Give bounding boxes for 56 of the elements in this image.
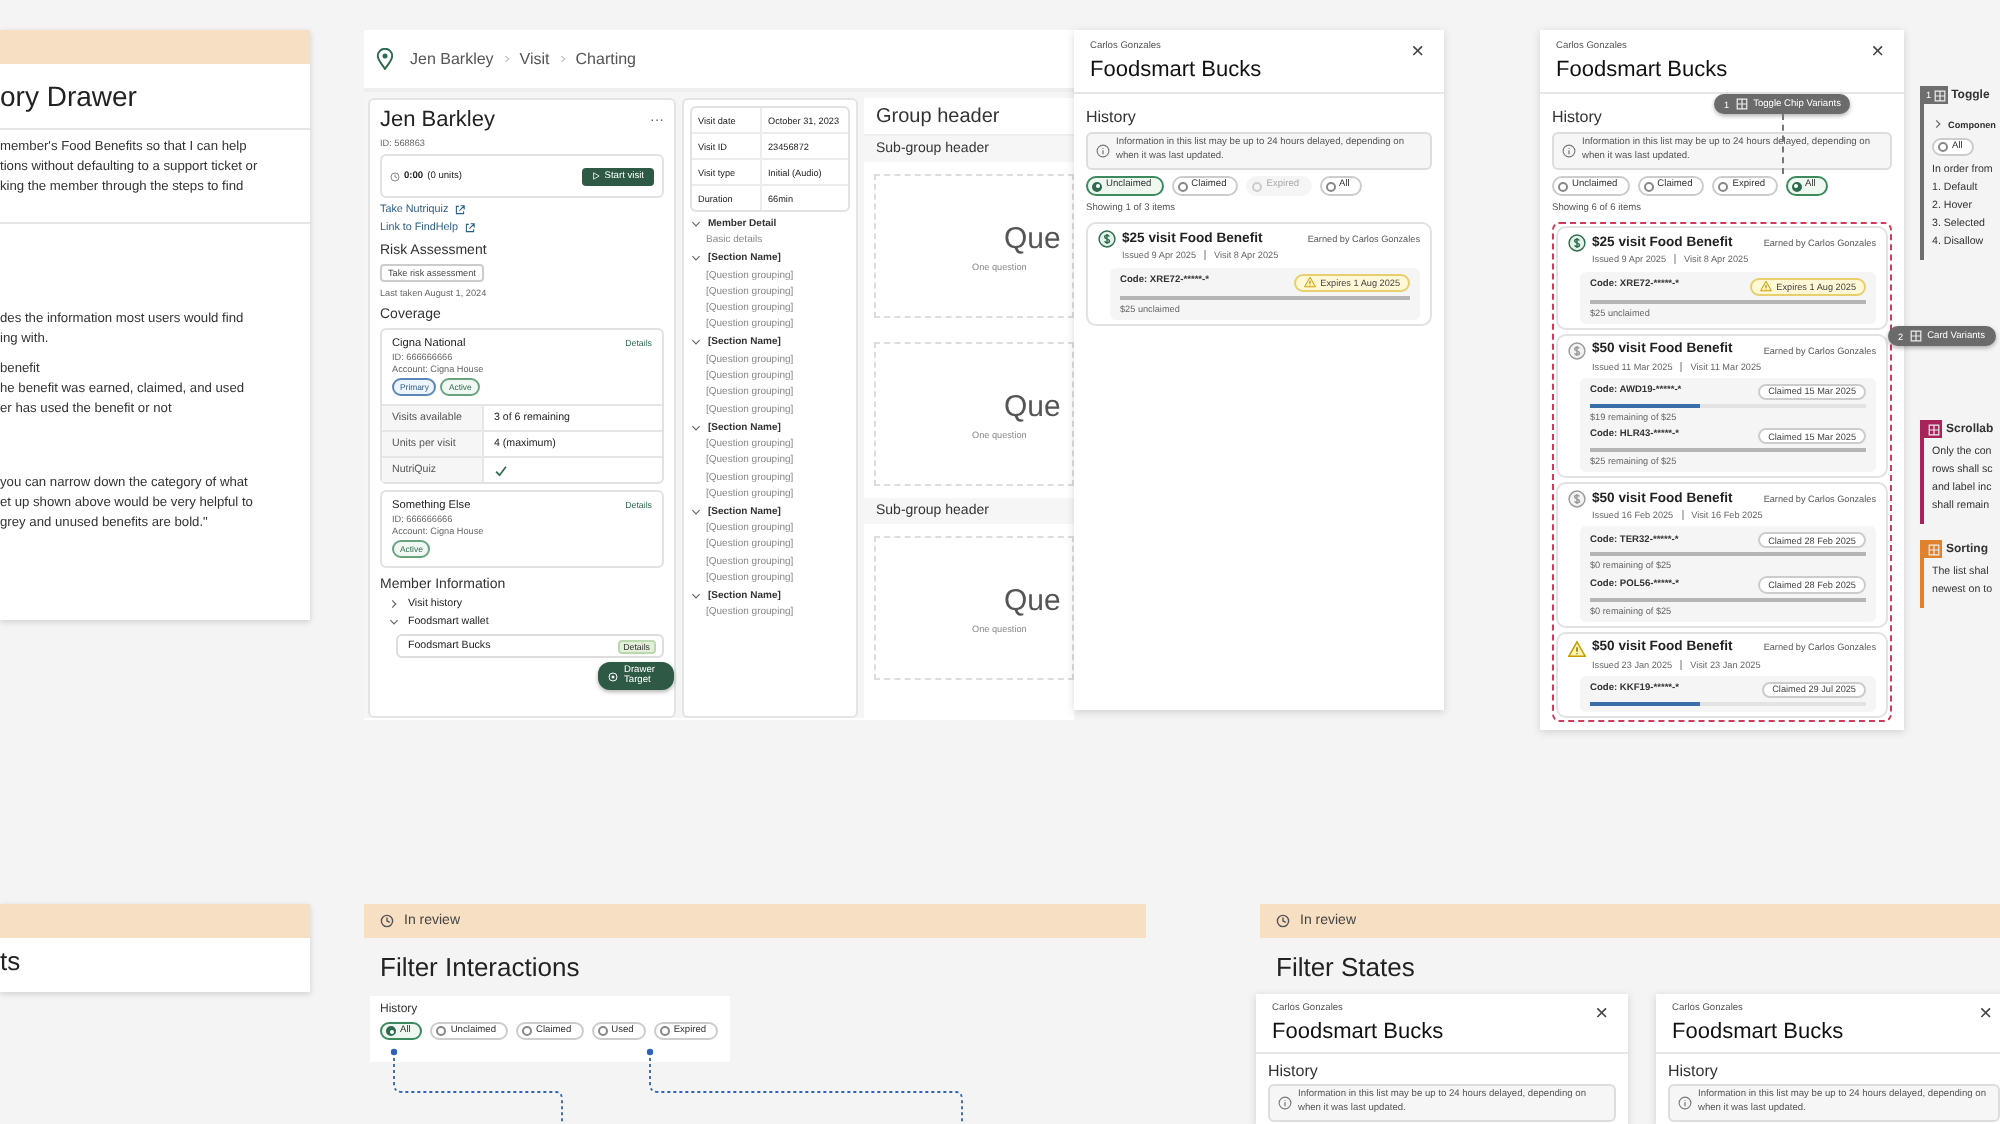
chevron-down-icon — [690, 336, 702, 349]
drawer-title: Foodsmart Bucks — [1090, 57, 1262, 83]
dollar-icon — [1568, 490, 1586, 509]
clock-icon — [390, 171, 400, 181]
chevron-down-icon — [388, 616, 400, 628]
info-icon — [1678, 1096, 1692, 1111]
chevron-right-icon — [557, 54, 568, 64]
member-name: Jen Barkley — [380, 108, 495, 132]
drawer-title: Foodsmart Bucks — [1556, 57, 1728, 83]
drawer-title: Foodsmart Bucks — [1272, 1019, 1444, 1045]
question-title: Que — [1002, 221, 1063, 255]
breadcrumb-item[interactable]: Visit — [519, 50, 550, 68]
frame-title: Filter Interactions — [378, 950, 582, 982]
document-title: ory Drawer — [0, 64, 310, 130]
question-title: Que — [1002, 389, 1063, 423]
grid-icon — [1735, 98, 1748, 110]
clock-icon — [380, 914, 394, 928]
location-pin-icon — [376, 48, 394, 70]
section-heading: History — [1268, 1062, 1320, 1081]
frame-title: Filter States — [1274, 950, 1417, 982]
chevron-down-icon — [690, 252, 702, 265]
chevron-down-icon — [690, 590, 702, 603]
grid-icon — [1933, 89, 1946, 101]
play-icon — [592, 172, 601, 180]
section-heading: History — [1086, 108, 1138, 127]
chevron-down-icon — [690, 218, 702, 230]
external-link-icon — [463, 222, 476, 234]
chevron-down-icon — [690, 505, 702, 518]
dollar-icon — [1568, 341, 1586, 360]
breadcrumb-item[interactable]: Jen Barkley — [410, 50, 494, 68]
question-title: Que — [1002, 583, 1063, 617]
section-heading: History — [1668, 1062, 1720, 1081]
close-button[interactable]: × — [1591, 1004, 1612, 1026]
info-icon — [1096, 144, 1110, 159]
grid-icon — [1909, 330, 1922, 342]
breadcrumb-item[interactable]: Charting — [575, 50, 637, 68]
drawer-title: Foodsmart Bucks — [1672, 1019, 1844, 1045]
warning-icon — [1304, 276, 1317, 289]
chevron-right-icon — [501, 54, 512, 64]
dollar-icon — [1568, 234, 1586, 253]
close-button[interactable]: × — [1407, 42, 1428, 64]
external-link-icon — [454, 204, 467, 216]
info-icon — [1562, 144, 1576, 159]
clock-icon — [1276, 914, 1290, 928]
info-icon — [1278, 1096, 1292, 1111]
close-button[interactable]: × — [1975, 1004, 1996, 1026]
document-title: ts — [0, 944, 23, 980]
target-icon — [608, 671, 618, 681]
chevron-right-icon — [1932, 118, 1944, 130]
warning-icon — [1568, 639, 1586, 658]
chevron-right-icon — [388, 598, 400, 610]
warning-icon — [1760, 280, 1773, 293]
close-button[interactable]: × — [1867, 42, 1888, 64]
chevron-down-icon — [690, 421, 702, 434]
section-heading: History — [1552, 108, 1604, 127]
dollar-icon — [1098, 230, 1116, 249]
